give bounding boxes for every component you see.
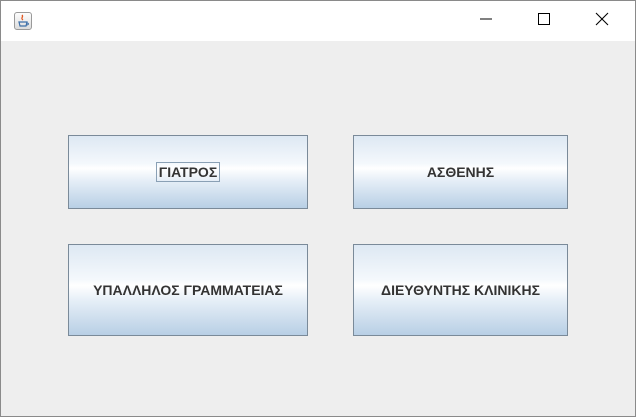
title-bar[interactable] <box>1 1 635 41</box>
minimize-icon <box>480 12 492 30</box>
secretary-clerk-button-label: ΥΠΑΛΛΗΛΟΣ ΓΡΑΜΜΑΤΕΙΑΣ <box>93 282 283 298</box>
doctor-button-label: ΓΙΑΤΡΟΣ <box>155 162 221 182</box>
secretary-clerk-button[interactable]: ΥΠΑΛΛΗΛΟΣ ΓΡΑΜΜΑΤΕΙΑΣ <box>68 244 308 336</box>
patient-button-label: ΑΣΘΕΝΗΣ <box>426 164 495 180</box>
client-area: ΓΙΑΤΡΟΣ ΑΣΘΕΝΗΣ ΥΠΑΛΛΗΛΟΣ ΓΡΑΜΜΑΤΕΙΑΣ ΔΙ… <box>1 41 635 416</box>
minimize-button[interactable] <box>457 1 515 41</box>
patient-button[interactable]: ΑΣΘΕΝΗΣ <box>353 135 568 209</box>
close-button[interactable] <box>573 1 631 41</box>
close-icon <box>595 12 609 31</box>
maximize-icon <box>538 12 550 30</box>
doctor-button[interactable]: ΓΙΑΤΡΟΣ <box>68 135 308 209</box>
clinic-director-button-label: ΔΙΕΥΘΥΝΤΗΣ ΚΛΙΝΙΚΗΣ <box>381 282 540 298</box>
clinic-director-button[interactable]: ΔΙΕΥΘΥΝΤΗΣ ΚΛΙΝΙΚΗΣ <box>353 244 568 336</box>
java-cup-icon[interactable] <box>14 12 32 30</box>
maximize-button[interactable] <box>515 1 573 41</box>
app-window: ΓΙΑΤΡΟΣ ΑΣΘΕΝΗΣ ΥΠΑΛΛΗΛΟΣ ΓΡΑΜΜΑΤΕΙΑΣ ΔΙ… <box>0 0 636 417</box>
